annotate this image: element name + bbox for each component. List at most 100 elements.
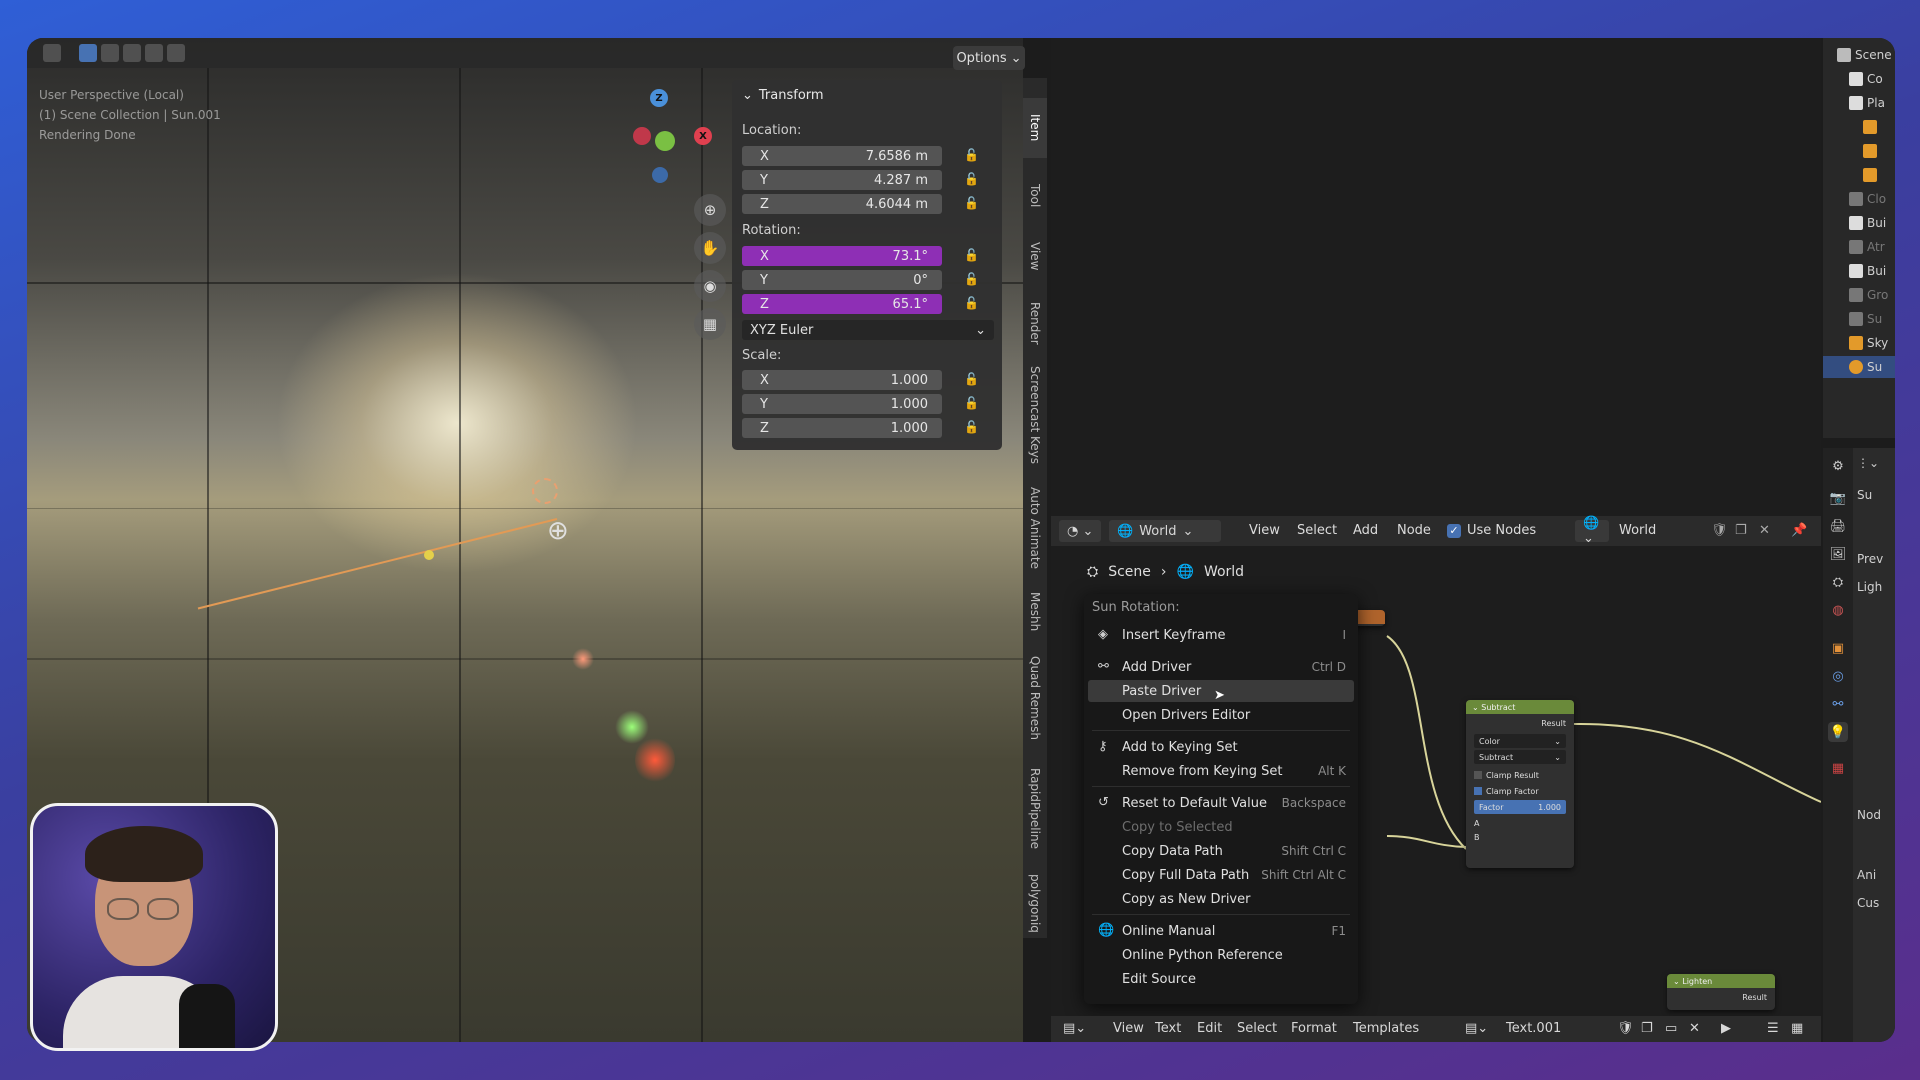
physics-tab-icon[interactable]: ◎ xyxy=(1828,666,1848,686)
blend-mode-select[interactable]: Subtract ⌄ xyxy=(1474,750,1566,764)
gizmo-y-axis[interactable] xyxy=(655,131,675,151)
light-section[interactable]: Ligh xyxy=(1857,580,1882,594)
options-dropdown[interactable]: Options ⌄ xyxy=(953,46,1025,70)
tab-polygoniq[interactable]: polygoniq xyxy=(1023,868,1047,938)
world-tab-icon[interactable]: ◍ xyxy=(1828,600,1848,620)
menu-item-copy-data-path[interactable]: Copy Data Path Shift Ctrl C xyxy=(1088,840,1354,862)
menu-item-online-manual[interactable]: 🌐 Online Manual F1 xyxy=(1088,920,1354,942)
menu-templates[interactable]: Templates xyxy=(1353,1021,1419,1036)
sun-light-icon[interactable] xyxy=(532,478,558,504)
menu-item-online-python-reference[interactable]: Online Python Reference xyxy=(1088,944,1354,966)
gizmo-neg-z-axis[interactable] xyxy=(652,167,668,183)
menu-item-add-to-keying-set[interactable]: ⚷ Add to Keying Set xyxy=(1088,736,1354,758)
select-invert-icon[interactable] xyxy=(145,44,163,62)
select-box-icon[interactable] xyxy=(79,44,97,62)
open-folder-icon[interactable]: ▭ xyxy=(1665,1021,1677,1036)
rotation-y-field[interactable]: Y 0° xyxy=(742,270,942,290)
factor-slider[interactable]: Factor 1.000 xyxy=(1474,800,1566,814)
nodes-section[interactable]: Nod xyxy=(1857,808,1881,822)
duplicate-icon[interactable]: ❐ xyxy=(1641,1021,1653,1036)
tab-auto-animate[interactable]: Auto Animate xyxy=(1023,478,1047,578)
menu-format[interactable]: Format xyxy=(1291,1021,1337,1036)
menu-item-copy-as-new-driver[interactable]: Copy as New Driver xyxy=(1088,888,1354,910)
editor-type-icon[interactable]: ▤⌄ xyxy=(1063,1021,1086,1036)
rotation-mode-select[interactable]: XYZ Euler ⌄ xyxy=(742,320,994,340)
lock-icon[interactable]: 🔓 xyxy=(964,420,979,434)
clamp-result-toggle[interactable]: Clamp Result xyxy=(1466,766,1574,784)
outliner-row[interactable]: Bui xyxy=(1823,212,1895,234)
view-layer-tab-icon[interactable]: 🖼 xyxy=(1828,544,1848,564)
gizmo-z-axis[interactable]: Z xyxy=(650,89,668,107)
tab-meshh[interactable]: Meshh xyxy=(1023,584,1047,640)
select-extend-icon[interactable] xyxy=(101,44,119,62)
menu-item-add-driver[interactable]: ⚯ Add Driver Ctrl D xyxy=(1088,656,1354,678)
word-wrap-icon[interactable]: ▦ xyxy=(1791,1021,1803,1036)
outliner-row[interactable]: Su xyxy=(1823,308,1895,330)
scale-x-field[interactable]: X 1.000 xyxy=(742,370,942,390)
upper-editor-area[interactable] xyxy=(1051,38,1821,516)
lighten-node[interactable]: ⌄ Lighten Result xyxy=(1667,974,1775,1010)
outliner-row[interactable]: Gro xyxy=(1823,284,1895,306)
tab-view[interactable]: View xyxy=(1023,230,1047,282)
constraints-tab-icon[interactable]: ⚯ xyxy=(1828,694,1848,714)
outliner-row[interactable] xyxy=(1823,116,1895,138)
rotation-z-field[interactable]: Z 65.1° xyxy=(742,294,942,314)
gizmo-neg-x-axis[interactable] xyxy=(633,127,651,145)
location-y-field[interactable]: Y 4.287 m xyxy=(742,170,942,190)
tab-rapidpipeline[interactable]: RapidPipeline xyxy=(1023,758,1047,858)
location-x-field[interactable]: X 7.6586 m xyxy=(742,146,942,166)
tab-item[interactable]: Item xyxy=(1023,98,1047,158)
line-numbers-icon[interactable]: ☰ xyxy=(1767,1021,1779,1036)
outliner-row-selected[interactable]: Su xyxy=(1823,356,1895,378)
preview-section[interactable]: Prev xyxy=(1857,552,1883,566)
outliner-row[interactable] xyxy=(1823,140,1895,162)
outliner-row[interactable]: Co xyxy=(1823,68,1895,90)
outliner-row[interactable]: Clo xyxy=(1823,188,1895,210)
tab-tool[interactable]: Tool xyxy=(1023,170,1047,222)
lock-icon[interactable]: 🔓 xyxy=(964,196,979,210)
select-subtract-icon[interactable] xyxy=(123,44,141,62)
menu-item-copy-full-data-path[interactable]: Copy Full Data Path Shift Ctrl Alt C xyxy=(1088,864,1354,886)
lock-icon[interactable]: 🔓 xyxy=(964,296,979,310)
close-icon[interactable]: ✕ xyxy=(1689,1021,1700,1036)
menu-item-edit-source[interactable]: Edit Source xyxy=(1088,968,1354,990)
outliner-row[interactable] xyxy=(1823,164,1895,186)
scale-y-field[interactable]: Y 1.000 xyxy=(742,394,942,414)
render-tab-icon[interactable]: 📷 xyxy=(1828,488,1848,508)
object-tab-icon[interactable]: ▣ xyxy=(1828,638,1848,658)
lock-icon[interactable]: 🔓 xyxy=(964,148,979,162)
zoom-icon[interactable]: ⊕ xyxy=(694,194,726,226)
tool-tab-icon[interactable]: ⚙ xyxy=(1828,456,1848,476)
menu-item-remove-from-keying-set[interactable]: Remove from Keying Set Alt K xyxy=(1088,760,1354,782)
menu-item-open-drivers-editor[interactable]: Open Drivers Editor xyxy=(1088,704,1354,726)
tab-quad-remesh[interactable]: Quad Remesh xyxy=(1023,648,1047,748)
select-intersect-icon[interactable] xyxy=(167,44,185,62)
output-tab-icon[interactable]: 🖨 xyxy=(1828,516,1848,536)
tab-screencast-keys[interactable]: Screencast Keys xyxy=(1023,360,1047,470)
menu-edit[interactable]: Edit xyxy=(1197,1021,1222,1036)
ortho-grid-icon[interactable]: ▦ xyxy=(694,308,726,340)
menu-item-copy-to-selected[interactable]: Copy to Selected xyxy=(1088,816,1354,838)
menu-view[interactable]: View xyxy=(1113,1021,1144,1036)
select-tool-icon[interactable] xyxy=(43,44,61,62)
outliner-row[interactable]: Pla xyxy=(1823,92,1895,114)
outliner-row[interactable]: Atr xyxy=(1823,236,1895,258)
blend-type-select[interactable]: Color ⌄ xyxy=(1474,734,1566,748)
fake-user-icon[interactable]: 🛡 xyxy=(1617,1021,1634,1036)
transform-header[interactable]: ⌄ Transform xyxy=(732,80,1002,110)
texture-tab-icon[interactable]: ▦ xyxy=(1828,758,1848,778)
clamp-factor-toggle[interactable]: Clamp Factor xyxy=(1466,784,1574,798)
scale-z-field[interactable]: Z 1.000 xyxy=(742,418,942,438)
menu-select[interactable]: Select xyxy=(1237,1021,1277,1036)
lock-icon[interactable]: 🔓 xyxy=(964,396,979,410)
custom-properties-section[interactable]: Cus xyxy=(1857,896,1879,910)
camera-view-icon[interactable]: ◉ xyxy=(694,270,726,302)
lock-icon[interactable]: 🔓 xyxy=(964,372,979,386)
text-browse-icon[interactable]: ▤⌄ xyxy=(1465,1021,1488,1036)
location-z-field[interactable]: Z 4.6044 m xyxy=(742,194,942,214)
sun-handle[interactable] xyxy=(424,550,434,560)
animation-section[interactable]: Ani xyxy=(1857,868,1876,882)
outliner-row[interactable]: Scene xyxy=(1823,44,1895,66)
light-data-tab-icon[interactable]: 💡 xyxy=(1828,722,1848,742)
menu-text[interactable]: Text xyxy=(1155,1021,1181,1036)
